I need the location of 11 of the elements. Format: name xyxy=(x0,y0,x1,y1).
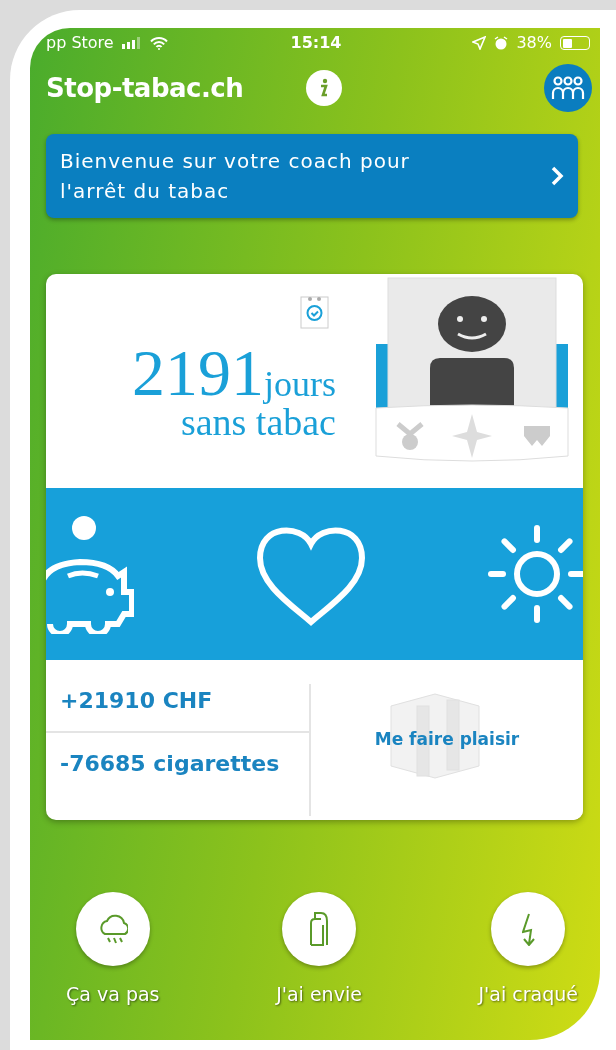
welcome-message-banner[interactable]: Bienvenue sur votre coach pour l'arrêt du tabac xyxy=(46,134,578,218)
app-title: Stop-tabac.ch xyxy=(46,71,245,105)
days-unit: jours xyxy=(264,366,336,402)
action-button[interactable]: J'ai craqué xyxy=(478,892,578,1009)
stat-value: -76685 cigarettes xyxy=(59,750,281,778)
clock-time: 15:14 xyxy=(289,32,343,54)
stat-value: +21910 CHF xyxy=(46,684,309,733)
battery-percent: 38% xyxy=(516,32,552,54)
treat-yourself-button[interactable]: Me faire plaisir xyxy=(311,660,583,820)
days-count: 2191 xyxy=(132,344,264,402)
carrier-name: pp Store xyxy=(46,32,114,54)
